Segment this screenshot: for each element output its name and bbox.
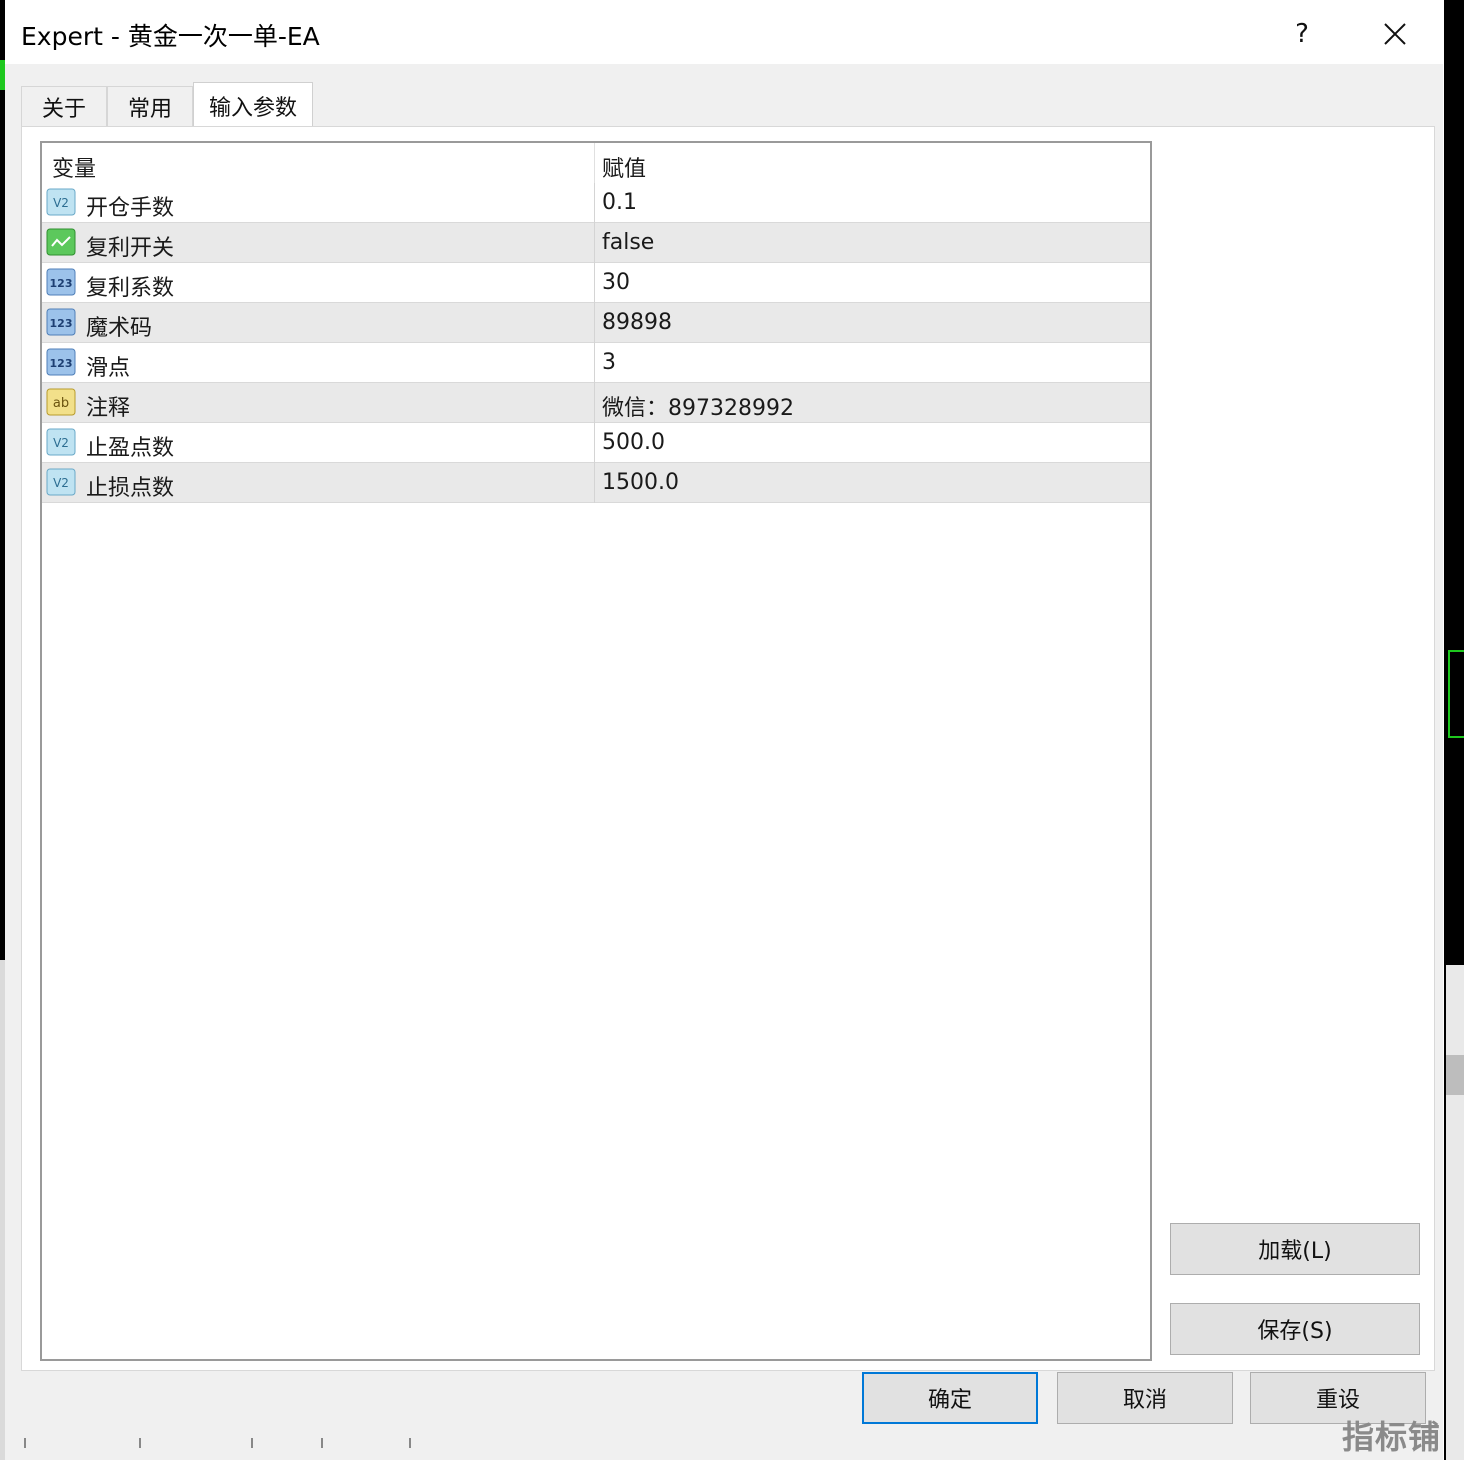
button-label: 取消	[1122, 1388, 1167, 1413]
svg-text:V2: V2	[53, 436, 69, 450]
parameter-name: 止损点数	[86, 476, 175, 501]
watermark-logo: 指标铺	[1342, 1418, 1442, 1456]
button-label: 加载(L)	[1258, 1239, 1332, 1264]
tab-inputs[interactable]: 输入参数	[193, 82, 313, 128]
svg-text:123: 123	[50, 317, 73, 330]
string-ab-icon: ab	[46, 388, 76, 416]
svg-text:V2: V2	[53, 476, 69, 490]
column-divider	[594, 223, 595, 263]
parameters-table: 变量 赋值 V2 开仓手数 0.1 复利开关 false 123 复利系数 30…	[40, 141, 1152, 1361]
int-123-icon: 123	[46, 308, 76, 336]
column-divider	[594, 343, 595, 383]
parameter-value[interactable]: 0.1	[602, 190, 637, 215]
svg-text:123: 123	[50, 277, 73, 290]
background-chart-fragment	[1448, 650, 1464, 738]
tab-label: 输入参数	[208, 95, 297, 121]
column-divider	[594, 303, 595, 343]
close-button[interactable]	[1355, 8, 1435, 60]
bool-toggle-icon	[46, 228, 76, 256]
button-label: 重设	[1315, 1388, 1360, 1413]
column-divider	[594, 423, 595, 463]
background-axis-ticks	[24, 1438, 411, 1448]
button-label: 保存(S)	[1257, 1319, 1333, 1344]
ok-button[interactable]: 确定	[862, 1372, 1038, 1424]
double-value-icon: V2	[46, 428, 76, 456]
parameter-value[interactable]: false	[602, 230, 654, 255]
column-header-value[interactable]: 赋值	[602, 151, 646, 183]
title-bar[interactable]: Expert - 黄金一次一单-EA ?	[5, 2, 1443, 64]
table-row[interactable]: ab 注释 微信：897328992	[42, 383, 1150, 423]
tab-label: 常用	[127, 96, 172, 122]
parameter-name: 开仓手数	[86, 196, 175, 221]
parameter-name: 注释	[86, 396, 131, 421]
parameter-name: 止盈点数	[86, 436, 175, 461]
load-button[interactable]: 加载(L)	[1170, 1223, 1420, 1275]
table-row[interactable]: 123 复利系数 30	[42, 263, 1150, 303]
parameter-value[interactable]: 3	[602, 350, 616, 375]
double-value-icon: V2	[46, 468, 76, 496]
parameter-name: 复利开关	[86, 236, 175, 261]
table-row[interactable]: 123 滑点 3	[42, 343, 1150, 383]
parameter-value[interactable]: 89898	[602, 310, 672, 335]
table-row[interactable]: 复利开关 false	[42, 223, 1150, 263]
tab-about[interactable]: 关于	[21, 86, 107, 126]
double-value-icon: V2	[46, 188, 76, 216]
parameter-name: 魔术码	[86, 316, 153, 341]
int-123-icon: 123	[46, 348, 76, 376]
expert-properties-dialog: Expert - 黄金一次一单-EA ? 关于 常用 输入参数 变量 赋值 V2…	[5, 2, 1443, 1460]
inputs-panel: 变量 赋值 V2 开仓手数 0.1 复利开关 false 123 复利系数 30…	[21, 126, 1435, 1371]
column-header-variable[interactable]: 变量	[52, 151, 96, 183]
int-123-icon: 123	[46, 268, 76, 296]
column-divider	[594, 183, 595, 223]
column-divider	[594, 383, 595, 423]
background-app-right-edge	[1444, 0, 1464, 1460]
parameter-name: 滑点	[86, 356, 131, 381]
parameter-value[interactable]: 30	[602, 270, 630, 295]
table-header: 变量 赋值	[42, 143, 1150, 183]
svg-text:123: 123	[50, 357, 73, 370]
save-button[interactable]: 保存(S)	[1170, 1303, 1420, 1355]
tab-common[interactable]: 常用	[107, 86, 193, 126]
help-icon: ?	[1295, 19, 1309, 49]
parameter-value[interactable]: 微信：897328992	[602, 390, 794, 422]
table-row[interactable]: V2 止盈点数 500.0	[42, 423, 1150, 463]
parameter-value[interactable]: 500.0	[602, 430, 665, 455]
table-row[interactable]: V2 止损点数 1500.0	[42, 463, 1150, 503]
svg-text:ab: ab	[53, 396, 69, 411]
button-label: 确定	[927, 1388, 972, 1413]
cancel-button[interactable]: 取消	[1057, 1372, 1233, 1424]
tab-label: 关于	[41, 96, 86, 122]
parameter-value[interactable]: 1500.0	[602, 470, 679, 495]
table-row[interactable]: V2 开仓手数 0.1	[42, 183, 1150, 223]
column-divider	[594, 263, 595, 303]
column-divider[interactable]	[594, 143, 595, 183]
parameter-name: 复利系数	[86, 276, 175, 301]
background-scrollbar	[1446, 1055, 1464, 1095]
svg-text:V2: V2	[53, 196, 69, 210]
column-divider	[594, 463, 595, 503]
help-button[interactable]: ?	[1267, 8, 1337, 60]
table-row[interactable]: 123 魔术码 89898	[42, 303, 1150, 343]
window-title: Expert - 黄金一次一单-EA	[21, 22, 320, 51]
background-panel	[1446, 965, 1464, 1460]
close-icon	[1384, 23, 1406, 45]
